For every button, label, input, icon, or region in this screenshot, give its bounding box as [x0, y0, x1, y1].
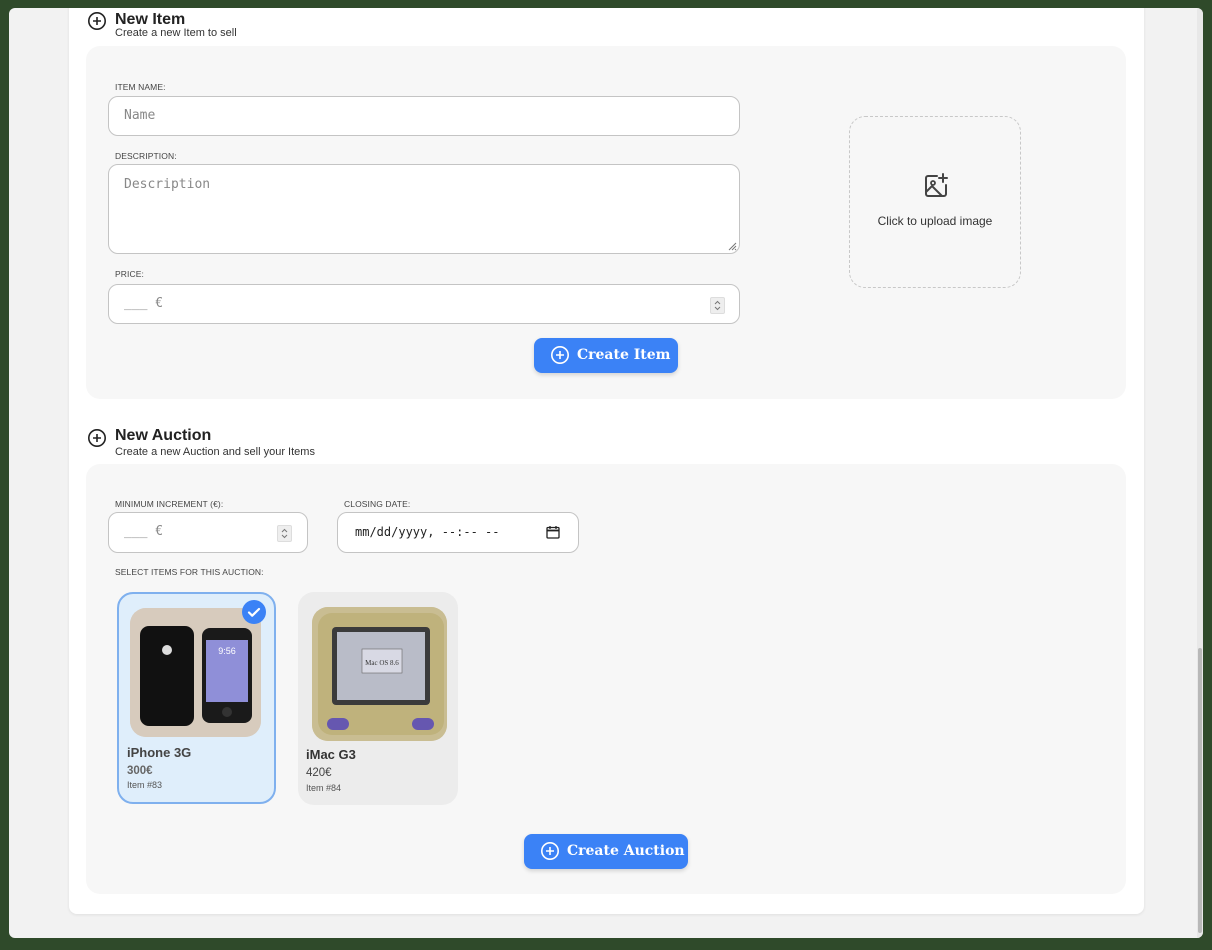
price-placeholder: ___ € [124, 296, 164, 311]
scrollbar[interactable] [1197, 8, 1203, 938]
min-increment-input[interactable]: ___ € [108, 512, 308, 553]
auction-item-card[interactable]: Mac OS 8.6 iMac G3 420€ Item #84 [298, 592, 458, 805]
description-placeholder: Description [124, 177, 211, 192]
image-plus-icon [925, 173, 948, 197]
new-auction-subtitle: Create a new Auction and sell your Items [115, 446, 315, 458]
plus-circle-icon [88, 12, 106, 30]
min-increment-label: MINIMUM INCREMENT (€): [115, 499, 224, 509]
price-input[interactable]: ___ € [108, 284, 740, 324]
new-item-panel: ITEM NAME: Name DESCRIPTION: Description… [86, 46, 1126, 399]
new-item-subtitle: Create a new Item to sell [115, 27, 237, 39]
closing-date-input[interactable]: mm/dd/yyyy, --:-- -- [337, 512, 579, 553]
price-label: PRICE: [115, 269, 144, 279]
item-name-label: ITEM NAME: [115, 82, 166, 92]
closing-date-label: CLOSING DATE: [344, 499, 411, 509]
item-name: iPhone 3G [127, 745, 192, 760]
description-textarea[interactable]: Description [108, 164, 740, 254]
plus-circle-icon [541, 842, 559, 860]
min-increment-placeholder: ___ € [124, 524, 164, 539]
upload-text: Click to upload image [877, 214, 993, 228]
scrollbar-thumb[interactable] [1198, 648, 1202, 933]
svg-text:Mac OS 8.6: Mac OS 8.6 [365, 659, 399, 667]
main-card: New Item Create a new Item to sell ITEM … [69, 8, 1144, 914]
item-photo-iphone: 9:56 [130, 608, 261, 737]
auction-item-card[interactable]: 9:56 iPhone 3G 300€ Item #83 [117, 592, 276, 804]
select-items-label: SELECT ITEMS FOR THIS AUCTION: [115, 567, 264, 577]
increment-spinner[interactable] [277, 525, 292, 542]
item-price: 300€ [127, 765, 153, 777]
item-id: Item #84 [306, 783, 342, 793]
create-item-label: Create Item [577, 347, 671, 363]
create-auction-label: Create Auction [567, 843, 685, 859]
price-spinner[interactable] [710, 297, 725, 314]
create-item-button[interactable]: Create Item [534, 338, 678, 373]
description-label: DESCRIPTION: [115, 151, 177, 161]
item-name: iMac G3 [306, 747, 356, 762]
plus-circle-icon [88, 429, 106, 447]
item-name-placeholder: Name [124, 108, 156, 123]
new-auction-panel: MINIMUM INCREMENT (€): ___ € CLOSING DAT… [86, 464, 1126, 894]
resize-handle-icon[interactable] [728, 242, 737, 251]
image-upload-area[interactable]: Click to upload image [849, 116, 1021, 288]
closing-date-placeholder: mm/dd/yyyy, --:-- -- [355, 525, 500, 539]
create-auction-button[interactable]: Create Auction [524, 834, 688, 869]
item-price: 420€ [306, 767, 332, 779]
item-name-input[interactable]: Name [108, 96, 740, 136]
app-window: New Item Create a new Item to sell ITEM … [9, 8, 1203, 938]
calendar-icon[interactable] [546, 525, 560, 539]
plus-diamond-icon [551, 346, 569, 364]
new-auction-title: New Auction [115, 427, 212, 444]
item-photo-imac: Mac OS 8.6 [312, 607, 447, 741]
check-icon [242, 600, 266, 624]
item-id: Item #83 [127, 780, 163, 790]
svg-text:9:56: 9:56 [218, 646, 236, 656]
